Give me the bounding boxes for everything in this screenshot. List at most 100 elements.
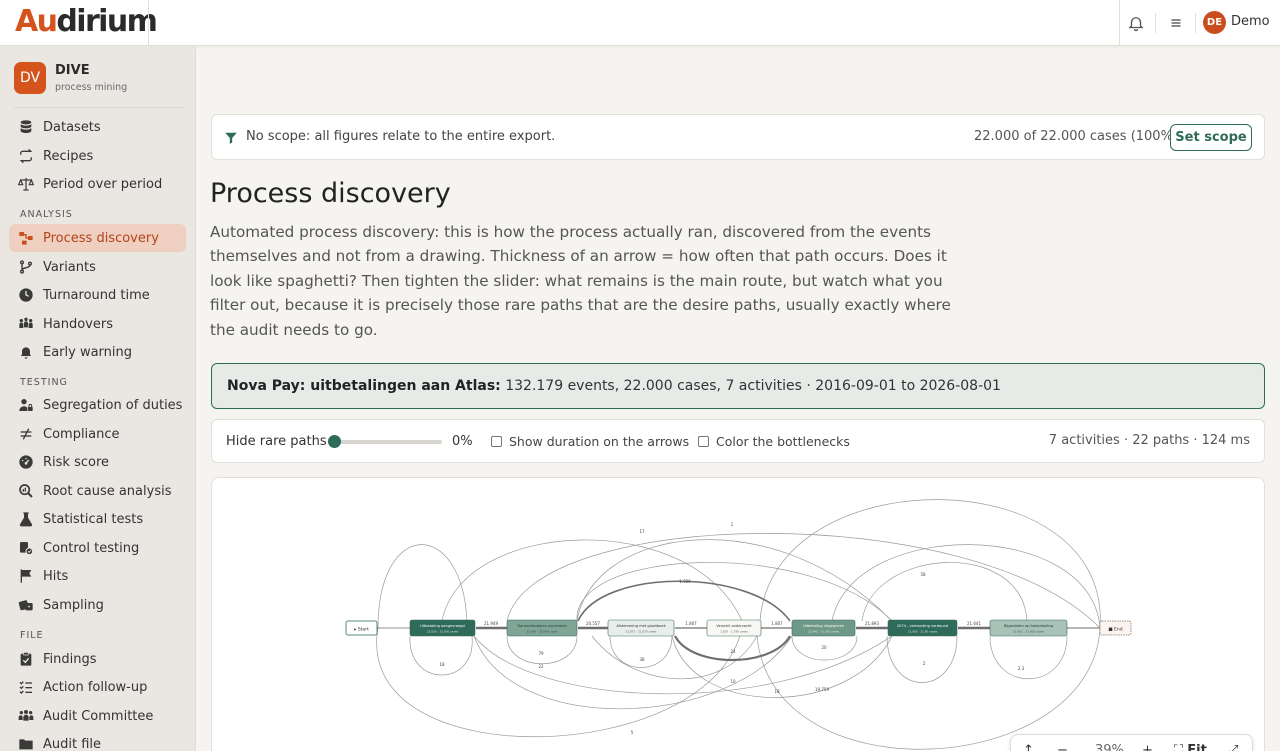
sidebar-item-hits[interactable]: Hits (9, 562, 186, 590)
activity-node-count: 21.872 · 21.670 cases (625, 630, 657, 634)
graph-controls: Hide rare paths 0% Show duration on the … (211, 419, 1265, 463)
edge-label: 18 (439, 662, 445, 667)
graph-edge[interactable] (409, 635, 473, 676)
user-avatar[interactable]: DE (1203, 11, 1226, 34)
sidebar-item-label: Process discovery (43, 230, 159, 246)
fit-icon: ⛶ (1174, 743, 1184, 751)
edge-label: 10 (730, 679, 736, 684)
sidebar-item-label: Turnaround time (43, 287, 150, 303)
pan-up-icon[interactable]: ↑ (1023, 743, 1034, 751)
sidebar-item-early-warning[interactable]: Early warning (9, 338, 186, 366)
zoom-out-button[interactable]: − (1057, 743, 1068, 751)
graph-activity-node[interactable]: Verschil onderzocht 1.807 · 1.790 cases (706, 619, 762, 637)
activity-node-box[interactable] (791, 619, 856, 637)
activity-node-box[interactable] (607, 619, 675, 637)
sidebar-item-variants[interactable]: Variants (9, 253, 186, 281)
graph-edge[interactable] (577, 580, 791, 622)
graph-edge[interactable] (506, 635, 578, 665)
activity-node-box[interactable] (887, 619, 958, 637)
sidebar-item-control-testing[interactable]: Control testing (9, 534, 186, 562)
rare-paths-slider-track[interactable] (334, 440, 442, 444)
graph-edge[interactable] (831, 544, 1101, 629)
sidebar-item-compliance[interactable]: Compliance (9, 420, 186, 448)
activity-node-box[interactable] (989, 619, 1068, 637)
dataset-stats: 132.179 events, 22.000 cases, 7 activiti… (505, 378, 1001, 394)
sidebar-item-process-discovery[interactable]: Process discovery (9, 224, 186, 252)
graph-start-node[interactable]: ▸ Start (345, 620, 378, 636)
activity-node-box[interactable] (506, 619, 578, 637)
edge-label: 5 (631, 730, 634, 735)
activity-node-count: 1.807 · 1.790 cases (720, 630, 748, 634)
sidebar-item-label: Early warning (43, 344, 133, 360)
sidebar-item-label: Recipes (43, 148, 94, 164)
graph-activity-node[interactable]: Transactiedatum aanmaken 22.043 · 22.040 … (506, 619, 578, 637)
checkbox-label: Show duration on the arrows (509, 434, 690, 449)
graph-edge[interactable] (674, 635, 791, 661)
graph-edge[interactable] (473, 635, 793, 710)
graph-edge[interactable] (377, 544, 468, 629)
sidebar-item-datasets[interactable]: Datasets (9, 113, 186, 141)
graph-edge[interactable] (506, 533, 1101, 629)
edge-label: 1.807 (685, 621, 697, 626)
graph-end-node[interactable]: ■ End (1099, 620, 1132, 636)
edge-label: 20 (821, 645, 827, 650)
app-logo[interactable]: Audirium (15, 4, 158, 39)
graph-edge[interactable] (441, 539, 743, 622)
sidebar-item-recipes[interactable]: Recipes (9, 142, 186, 170)
graph-edge[interactable] (376, 627, 743, 738)
sidebar-divider (14, 107, 184, 108)
graph-edge[interactable] (886, 635, 958, 683)
edge-label: 17 (639, 529, 645, 534)
graph-activity-node[interactable]: Afstemming met grootboek 21.872 · 21.670 … (607, 619, 675, 637)
icon-divider (1195, 13, 1196, 33)
graph-activity-node[interactable]: Uitbetaling uitgegeven 21.945 · 21.930 ca… (791, 619, 856, 637)
graph-activity-node[interactable]: Bijgesloten op boekdrading 21.801 · 21.80… (989, 619, 1068, 637)
edge-label: 2.3 (1018, 666, 1025, 671)
sidebar-item-sampling[interactable]: Sampling (9, 591, 186, 619)
sidebar-item-turnaround-time[interactable]: Turnaround time (9, 281, 186, 309)
not-equal-icon (17, 425, 35, 443)
fit-button[interactable]: ⛶ Fit (1174, 743, 1207, 751)
process-graph[interactable]: 21.949 20.557 1.807 1.807 21.893 21.641 1 17 1.3… (212, 478, 1265, 751)
graph-edge[interactable] (576, 539, 893, 622)
activity-node-label: 2074 - verbonding verdound (897, 624, 948, 628)
zoom-in-button[interactable]: + (1142, 743, 1153, 751)
graph-edge[interactable] (989, 635, 1068, 680)
section-heading-testing: TESTING (20, 377, 68, 388)
graph-activity-node[interactable]: Uitbetaling aangevraagd 22.000 · 22.000 c… (409, 619, 476, 637)
graph-edge[interactable] (861, 562, 1028, 622)
graph-edge[interactable] (591, 635, 758, 680)
activity-node-box[interactable] (409, 619, 476, 637)
zoom-toolbar: ↑ − 39% + ⛶ Fit ⤢ (1010, 734, 1253, 751)
logo-divider (148, 0, 149, 46)
sidebar-item-audit-committee[interactable]: Audit Committee (9, 702, 186, 730)
sidebar-item-root-cause-analysis[interactable]: Root cause analysis (9, 477, 186, 505)
sidebar-item-handovers[interactable]: Handovers (9, 310, 186, 338)
color-bottlenecks-checkbox[interactable]: Color the bottlenecks (698, 434, 850, 449)
sidebar-item-risk-score[interactable]: Risk score (9, 448, 186, 476)
rare-paths-label: Hide rare paths (226, 434, 327, 449)
graph-activity-node[interactable]: 2074 - verbonding verdound 21.892 · 21.80… (887, 619, 958, 637)
set-scope-button[interactable]: Set scope (1170, 124, 1252, 151)
user-name[interactable]: Demo (1231, 14, 1270, 29)
rare-paths-slider-thumb[interactable] (328, 435, 341, 448)
show-duration-checkbox[interactable]: Show duration on the arrows (491, 434, 689, 449)
checkbox-box[interactable] (698, 436, 709, 447)
graph-edge[interactable] (756, 627, 1101, 750)
sidebar-item-audit-file[interactable]: Audit file (9, 730, 186, 751)
activity-node-box[interactable] (706, 619, 762, 637)
bell-icon[interactable] (1127, 14, 1145, 32)
gauge-icon (17, 453, 35, 471)
sidebar-item-period-over-period[interactable]: Period over period (9, 170, 186, 198)
fullscreen-icon[interactable]: ⤢ (1228, 743, 1238, 751)
sidebar-item-label: Statistical tests (43, 511, 144, 527)
sidebar-item-action-follow-up[interactable]: Action follow-up (9, 673, 186, 701)
folder-icon (17, 735, 35, 751)
menu-icon[interactable] (1167, 14, 1185, 32)
sidebar-item-findings[interactable]: Findings (9, 645, 186, 673)
checkbox-box[interactable] (491, 436, 502, 447)
graph-edge[interactable] (609, 635, 673, 668)
sidebar-item-statistical-tests[interactable]: Statistical tests (9, 505, 186, 533)
sidebar-item-segregation-of-duties[interactable]: Segregation of duties (9, 391, 186, 419)
process-graph-panel[interactable]: 21.949 20.557 1.807 1.807 21.893 21.641 1 17 1.3… (211, 477, 1265, 751)
